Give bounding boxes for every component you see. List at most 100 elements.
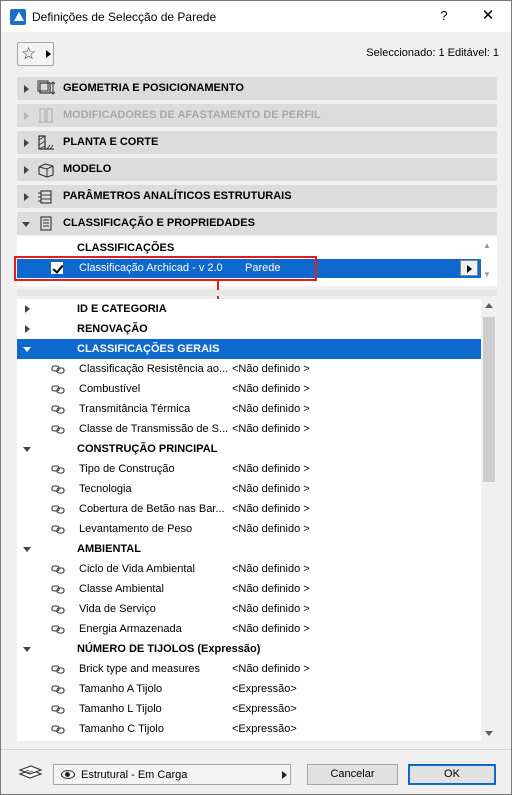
panel-label: CLASSIFICAÇÃO E PROPRIEDADES <box>63 217 255 229</box>
property-value[interactable]: <Não definido > <box>232 663 310 675</box>
property-row[interactable]: Tamanho L Tijolo <Expressão> <box>17 699 481 719</box>
vertical-scrollbar[interactable] <box>481 299 497 741</box>
property-row[interactable]: Classe de Transmissão de S... <Não defini… <box>17 419 481 439</box>
property-value[interactable]: <Expressão> <box>232 703 297 715</box>
panel-structural-analytical[interactable]: PARÂMETROS ANALÍTICOS ESTRUTURAIS <box>17 185 497 208</box>
property-value[interactable]: <Não definido > <box>232 583 310 595</box>
scroll-down-icon[interactable]: ▼ <box>483 270 491 279</box>
classification-picker-button[interactable] <box>460 260 478 276</box>
property-group-row[interactable]: ID E CATEGORIA <box>17 299 481 319</box>
property-row[interactable]: Tamanho C Tijolo <Expressão> <box>17 719 481 739</box>
collapse-arrow-icon <box>22 222 30 227</box>
property-row[interactable]: Combustível <Não definido > <box>17 379 481 399</box>
property-value[interactable]: <Não definido > <box>232 403 310 415</box>
scroll-up-arrow-icon[interactable] <box>485 303 493 308</box>
property-value[interactable]: <Não definido > <box>232 383 310 395</box>
property-value[interactable]: <Não definido > <box>232 603 310 615</box>
panel-classification-properties[interactable]: CLASSIFICAÇÃO E PROPRIEDADES <box>17 212 497 235</box>
property-row[interactable]: Tecnologia <Não definido > <box>17 479 481 499</box>
panel-profile-offset-modifiers: MODIFICADORES DE AFASTAMENTO DE PERFIL <box>17 104 497 127</box>
property-group-label: ID E CATEGORIA <box>77 303 167 315</box>
property-value[interactable]: <Não definido > <box>232 423 310 435</box>
scroll-down-arrow-icon[interactable] <box>485 731 493 736</box>
panel-model[interactable]: MODELO <box>17 158 497 181</box>
property-value[interactable]: <Não definido > <box>232 463 310 475</box>
expand-arrow-icon[interactable] <box>25 325 30 333</box>
property-row[interactable]: Ciclo de Vida Ambiental <Não definido > <box>17 559 481 579</box>
cancel-button[interactable]: Cancelar <box>307 764 398 785</box>
link-icon <box>51 465 65 474</box>
expand-arrow-icon <box>24 85 29 93</box>
panel-label: PARÂMETROS ANALÍTICOS ESTRUTURAIS <box>63 190 292 202</box>
property-group-row[interactable]: AMBIENTAL <box>17 539 481 559</box>
link-icon <box>51 405 65 414</box>
property-group-label: CONSTRUÇÃO PRINCIPAL <box>77 443 218 455</box>
expand-arrow-icon <box>24 166 29 174</box>
link-icon <box>51 725 65 734</box>
collapse-arrow-icon[interactable] <box>23 547 31 552</box>
property-value[interactable]: <Não definido > <box>232 483 310 495</box>
property-row[interactable]: Vida de Serviço <Não definido > <box>17 599 481 619</box>
property-row[interactable]: Energia Armazenada <Não definido > <box>17 619 481 639</box>
property-value[interactable]: <Não definido > <box>232 563 310 575</box>
property-name: Tamanho C Tijolo <box>79 723 164 735</box>
link-icon <box>51 705 65 714</box>
property-name: Tipo de Construção <box>79 463 175 475</box>
layer-dropdown[interactable]: Estrutural - Em Carga <box>53 764 291 785</box>
property-value[interactable]: <Expressão> <box>232 723 297 735</box>
link-icon <box>51 365 65 374</box>
property-name: Classificação Resistência ao... <box>79 363 229 375</box>
scroll-up-icon[interactable]: ▲ <box>483 241 491 250</box>
property-group-row[interactable]: CONSTRUÇÃO PRINCIPAL <box>17 439 481 459</box>
property-value[interactable]: <Não definido > <box>232 623 310 635</box>
collapse-arrow-icon[interactable] <box>23 347 31 352</box>
property-group-label: CLASSIFICAÇÕES GERAIS <box>77 343 220 355</box>
classification-icon <box>40 216 52 231</box>
property-row[interactable]: Cobertura de Betão nas Bar... <Não defini… <box>17 499 481 519</box>
property-row[interactable]: Tipo de Construção <Não definido > <box>17 459 481 479</box>
property-group-label: NÚMERO DE TIJOLOS (Expressão) <box>77 643 261 655</box>
panel-label: GEOMETRIA E POSICIONAMENTO <box>63 82 244 94</box>
collapse-arrow-icon[interactable] <box>23 647 31 652</box>
property-row[interactable]: Classe Ambiental <Não definido > <box>17 579 481 599</box>
property-row[interactable]: Levantamento de Peso <Não definido > <box>17 519 481 539</box>
property-row[interactable]: Tamanho A Tijolo <Expressão> <box>17 679 481 699</box>
property-value[interactable]: <Não definido > <box>232 523 310 535</box>
layer-name: Estrutural - Em Carga <box>81 769 188 781</box>
help-button[interactable]: ? <box>434 6 454 26</box>
panel-label: MODELO <box>63 163 112 175</box>
close-button[interactable]: ✕ <box>477 6 499 26</box>
geometry-icon <box>37 80 55 95</box>
property-name: Transmitância Térmica <box>79 403 191 415</box>
link-icon <box>51 505 65 514</box>
property-name: Energia Armazenada <box>79 623 182 635</box>
property-name: Cobertura de Betão nas Bar... <box>79 503 225 515</box>
favorites-button[interactable]: ☆ <box>17 42 54 66</box>
expand-arrow-icon <box>24 193 29 201</box>
structural-analysis-icon <box>38 190 52 204</box>
ok-button[interactable]: OK <box>408 764 496 785</box>
panel-geometry-positioning[interactable]: GEOMETRIA E POSICIONAMENTO <box>17 77 497 100</box>
panel-floor-plan-section[interactable]: PLANTA E CORTE <box>17 131 497 154</box>
expand-arrow-icon[interactable] <box>25 305 30 313</box>
footer-divider <box>1 749 511 750</box>
property-name: Ciclo de Vida Ambiental <box>79 563 195 575</box>
eye-icon <box>61 770 75 779</box>
link-icon <box>51 585 65 594</box>
property-row[interactable]: Classificação Resistência ao... <Não defi… <box>17 359 481 379</box>
chevron-right-icon <box>282 771 287 779</box>
property-value[interactable]: <Expressão> <box>232 683 297 695</box>
window-title: Definições de Selecção de Parede <box>32 10 217 24</box>
properties-list: ID E CATEGORIA RENOVAÇÃO CLASSIFICAÇÕES GE… <box>17 299 497 741</box>
property-group-row[interactable]: RENOVAÇÃO <box>17 319 481 339</box>
property-row[interactable]: Brick type and measures <Não definido > <box>17 659 481 679</box>
scroll-thumb[interactable] <box>483 317 495 482</box>
property-value[interactable]: <Não definido > <box>232 363 310 375</box>
splitter[interactable] <box>17 290 497 296</box>
property-row[interactable]: Transmitância Térmica <Não definido > <box>17 399 481 419</box>
property-value[interactable]: <Não definido > <box>232 503 310 515</box>
property-group-row[interactable]: CLASSIFICAÇÕES GERAIS <box>17 339 481 359</box>
property-group-row[interactable]: NÚMERO DE TIJOLOS (Expressão) <box>17 639 481 659</box>
collapse-arrow-icon[interactable] <box>23 447 31 452</box>
link-icon <box>51 625 65 634</box>
